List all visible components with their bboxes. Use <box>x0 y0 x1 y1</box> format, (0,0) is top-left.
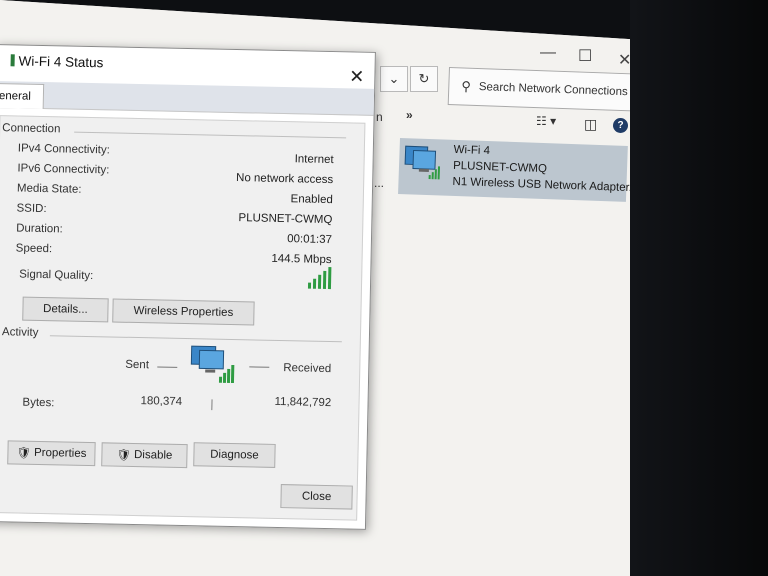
signal-bar <box>317 274 322 289</box>
bytes-sent-value: 180,374 <box>140 395 183 408</box>
chevron-down-icon: ⌄ <box>388 71 400 86</box>
network-adapter-icon <box>404 145 441 180</box>
media-state-label: Media State: <box>16 182 82 196</box>
connection-group-label: Connection <box>2 122 65 136</box>
disable-button[interactable]: 🛡 Disable <box>101 442 188 469</box>
more-commands-chevron[interactable]: » <box>406 108 413 122</box>
view-options-icon[interactable]: ☷ ▾ <box>536 114 556 128</box>
adapter-wifi4[interactable]: Wi-Fi 4 PLUSNET-CWMQ N1 Wireless USB Net… <box>398 138 639 202</box>
refresh-icon: ↻ <box>418 71 430 86</box>
dialog-title: Wi-Fi 4 Status <box>10 53 104 71</box>
activity-divider <box>49 335 342 343</box>
refresh-button[interactable]: ↻ <box>410 66 438 92</box>
adapter-name: Wi-Fi 4 <box>453 143 491 158</box>
address-dropdown-button[interactable]: ⌄ <box>380 66 408 92</box>
connection-divider <box>74 131 347 139</box>
wifi-status-dialog: Wi-Fi 4 Status ✕ eneral Connection IPv4 … <box>0 44 376 530</box>
disable-button-label: Disable <box>133 448 173 462</box>
details-button[interactable]: Details... <box>22 296 109 323</box>
sent-line <box>157 366 178 368</box>
command-bar-partial-item[interactable]: n <box>376 110 383 124</box>
search-icon: ⚲ <box>461 78 472 94</box>
ipv6-value: No network access <box>235 172 334 187</box>
preview-pane-icon[interactable]: ◫ <box>584 116 597 133</box>
received-label: Received <box>283 362 332 376</box>
duration-value: 00:01:37 <box>287 233 333 247</box>
minimize-icon[interactable]: — <box>540 44 556 62</box>
bytes-received-value: 11,842,792 <box>274 395 332 410</box>
general-panel: Connection IPv4 Connectivity: Internet I… <box>0 115 366 521</box>
bytes-label: Bytes: <box>22 396 55 410</box>
wireless-properties-button[interactable]: Wireless Properties <box>112 298 255 326</box>
monitor-bezel <box>630 0 768 576</box>
ipv4-value: Internet <box>294 153 334 167</box>
duration-label: Duration: <box>16 222 63 236</box>
ssid-label: SSID: <box>16 202 47 216</box>
tab-strip: eneral <box>0 81 375 116</box>
activity-group-label: Activity <box>1 326 43 340</box>
truncated-ellipsis: ... <box>374 176 385 190</box>
dialog-close-icon[interactable]: ✕ <box>349 66 365 87</box>
dialog-title-icon <box>10 54 15 67</box>
signal-bar <box>307 282 312 289</box>
dialog-title-text: Wi-Fi 4 Status <box>18 53 104 71</box>
signal-bar <box>327 267 332 290</box>
signal-bar <box>312 278 317 289</box>
activity-computer-icon <box>190 345 235 384</box>
ssid-value: PLUSNET-CWMQ <box>238 212 333 227</box>
ipv6-label: IPv6 Connectivity: <box>17 162 110 177</box>
properties-button[interactable]: 🛡 Properties <box>7 440 96 467</box>
signal-bar <box>322 270 327 289</box>
adapter-device: N1 Wireless USB Network Adapter... <box>452 175 639 195</box>
sent-label: Sent <box>125 358 150 372</box>
maximize-icon[interactable]: ☐ <box>578 46 592 66</box>
speed-label: Speed: <box>15 242 53 256</box>
diagnose-button[interactable]: Diagnose <box>193 442 276 468</box>
properties-button-label: Properties <box>33 446 87 460</box>
signal-quality-label: Signal Quality: <box>19 268 94 283</box>
help-icon[interactable]: ? <box>613 118 628 133</box>
ipv4-label: IPv4 Connectivity: <box>17 142 110 157</box>
received-line <box>249 366 270 368</box>
screen: — ☐ ✕ ⌄ ↻ ⚲ Search Network Connections n… <box>0 0 650 576</box>
shield-icon: 🛡 <box>16 447 32 460</box>
adapter-network: PLUSNET-CWMQ <box>452 159 548 176</box>
signal-strength-icon <box>307 263 332 290</box>
command-bar: n » ☷ ▾ ◫ ? <box>372 104 642 133</box>
search-placeholder: Search Network Connections <box>478 81 628 99</box>
media-state-value: Enabled <box>290 193 333 207</box>
close-button[interactable]: Close <box>280 484 353 510</box>
bytes-divider: | <box>210 398 214 411</box>
tab-general[interactable]: eneral <box>0 83 45 110</box>
shield-icon: 🛡 <box>116 449 132 462</box>
